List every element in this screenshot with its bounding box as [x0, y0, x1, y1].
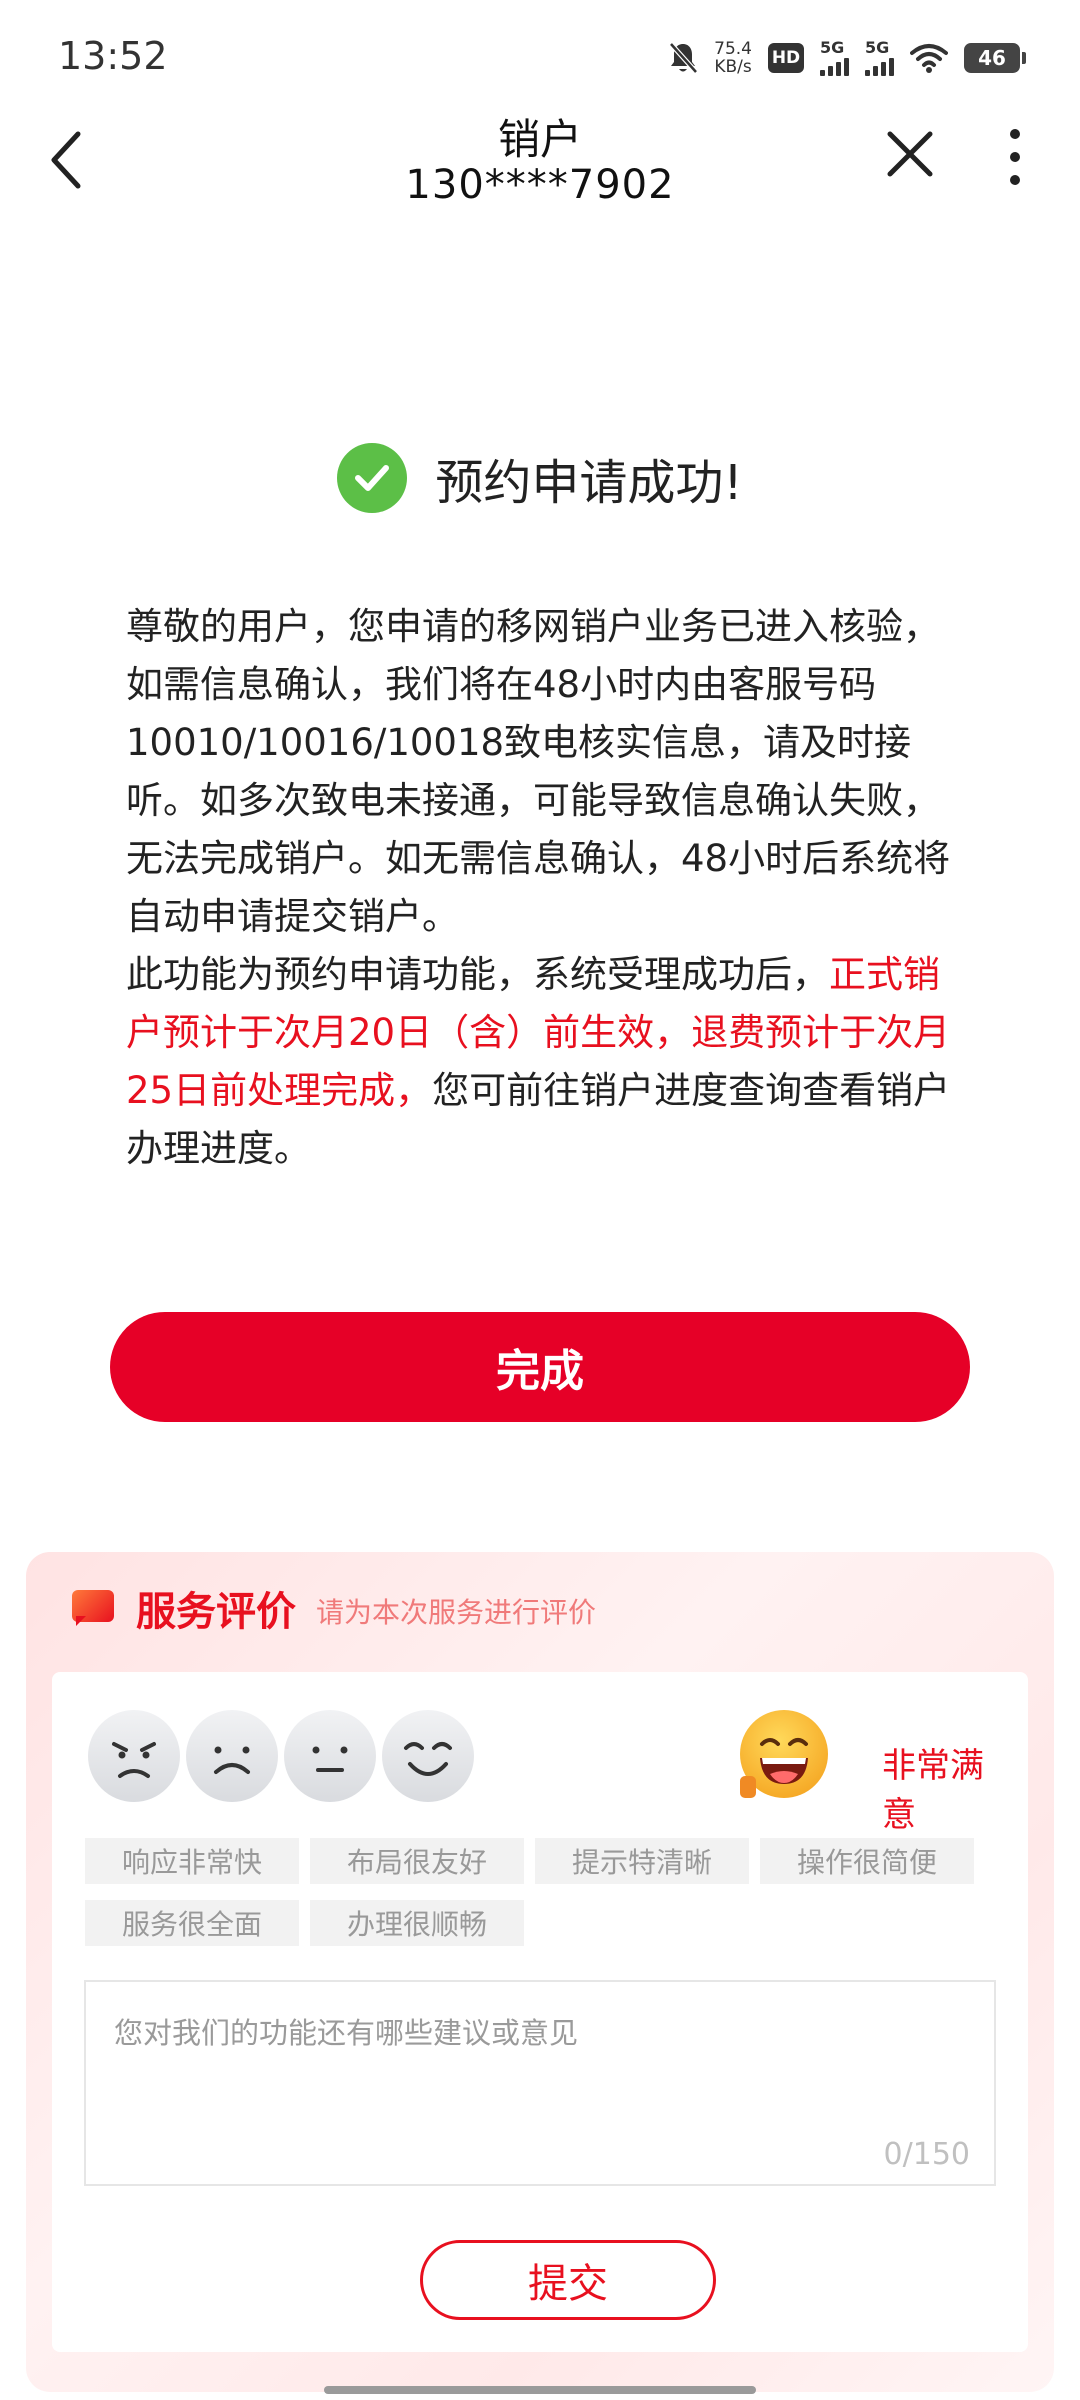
smile-face-icon[interactable] [382, 1710, 474, 1802]
rating-label: 非常满意 [882, 1746, 984, 1835]
evaluation-title: 服务评价 [136, 1589, 296, 1635]
result-description: 尊敬的用户，您申请的移网销户业务已进入核验，如需信息确认，我们将在48小时内由客… [126, 598, 956, 1178]
nav-bar: 销户 130****7902 [0, 100, 1080, 220]
tag-chip[interactable]: 操作很简便 [760, 1838, 974, 1884]
net-speed: 75.4 KB/s [714, 40, 752, 76]
tag-chip[interactable]: 响应非常快 [85, 1838, 299, 1884]
net-speed-unit: KB/s [714, 57, 752, 77]
status-bar: 13:52 75.4 KB/s HD 5G 5G 46 [0, 0, 1080, 110]
tag-chip[interactable]: 办理很顺畅 [310, 1900, 524, 1946]
sim2-label: 5G [865, 38, 890, 57]
close-icon [887, 131, 933, 177]
angry-face-icon[interactable] [88, 1710, 180, 1802]
chat-bubble-icon [72, 1590, 114, 1626]
tag-chip[interactable]: 提示特清晰 [535, 1838, 749, 1884]
success-title: 预约申请成功! [435, 455, 743, 511]
grin-face-icon[interactable] [736, 1708, 832, 1804]
service-evaluation-card: 服务评价 请为本次服务进行评价 非常满意 响应非常快 布局很友好 提示特清晰 操… [26, 1552, 1054, 2392]
feedback-textarea[interactable]: 您对我们的功能还有哪些建议或意见 0/150 [84, 1980, 996, 2186]
more-icon [1010, 129, 1020, 185]
hd-icon: HD [768, 43, 804, 73]
wifi-icon [910, 44, 948, 73]
more-button[interactable] [990, 124, 1040, 190]
char-counter: 0/150 [883, 2137, 970, 2172]
status-icons: 75.4 KB/s HD 5G 5G 46 [668, 36, 1026, 80]
close-button[interactable] [880, 124, 940, 184]
home-indicator[interactable] [324, 2386, 756, 2394]
check-circle-icon [337, 443, 408, 513]
submit-button[interactable]: 提交 [420, 2240, 716, 2320]
description-paragraph-1: 尊敬的用户，您申请的移网销户业务已进入核验，如需信息确认，我们将在48小时内由客… [126, 605, 951, 938]
signal-icon: 5G [865, 40, 894, 76]
evaluation-hint: 请为本次服务进行评价 [316, 1596, 597, 1629]
rating-faces: 非常满意 [88, 1708, 1008, 1835]
evaluation-body: 非常满意 响应非常快 布局很友好 提示特清晰 操作很简便 服务很全面 办理很顺畅… [52, 1672, 1028, 2352]
description-paragraph-2: 此功能为预约申请功能，系统受理成功后，正式销户预计于次月20日（含）前生效，退费… [126, 946, 956, 1178]
tag-chip[interactable]: 服务很全面 [85, 1900, 299, 1946]
signal-icon: 5G [820, 40, 849, 76]
tag-chip[interactable]: 布局很友好 [310, 1838, 524, 1884]
net-speed-value: 75.4 [714, 39, 752, 59]
status-time: 13:52 [58, 34, 168, 78]
done-button[interactable]: 完成 [110, 1312, 970, 1422]
mute-bell-icon [669, 42, 699, 74]
sim1-label: 5G [820, 38, 845, 57]
feedback-placeholder: 您对我们的功能还有哪些建议或意见 [114, 2016, 579, 2050]
evaluation-header: 服务评价 请为本次服务进行评价 [72, 1580, 596, 1636]
battery-icon: 46 [964, 43, 1026, 73]
notice-text: 此功能为预约申请功能，系统受理成功后， [126, 953, 829, 996]
neutral-face-icon[interactable] [284, 1710, 376, 1802]
sad-face-icon[interactable] [186, 1710, 278, 1802]
success-banner: 预约申请成功! [0, 438, 1080, 518]
